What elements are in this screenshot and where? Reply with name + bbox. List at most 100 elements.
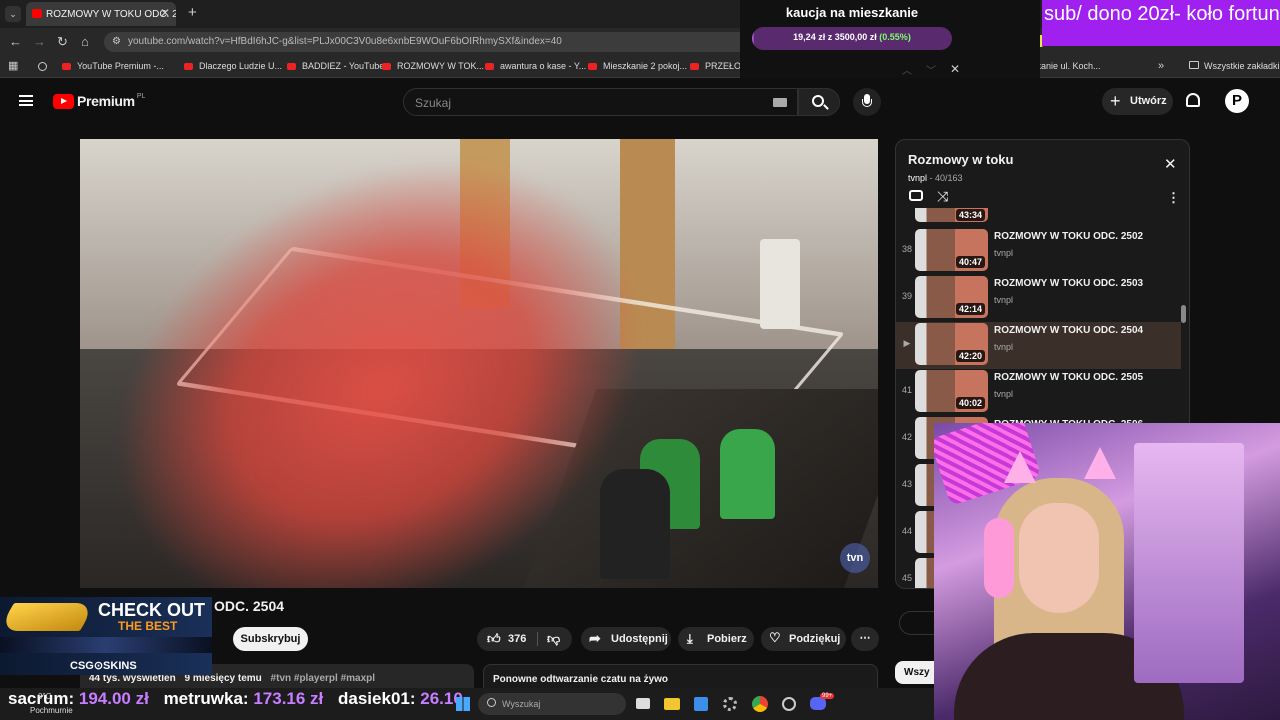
more-actions-button[interactable]: ⋯ [851, 627, 879, 651]
playlist-channel[interactable]: tvnpl [908, 173, 927, 183]
more-options-icon[interactable]: ⋮ [1167, 190, 1180, 206]
plus-icon: + [1110, 91, 1121, 111]
donor-name: metruwka: [163, 689, 249, 708]
youtube-logo[interactable]: Premium PL [53, 93, 145, 109]
video-duration: 43:34 [955, 209, 985, 221]
playlist-position: 40/163 [935, 173, 963, 183]
subscribe-button[interactable]: Subskrybuj [233, 627, 308, 651]
playlist-item-title[interactable]: ROZMOWY W TOKU ODC. 2502 [994, 231, 1143, 242]
youtube-play-icon [53, 93, 74, 109]
chrome-icon[interactable] [752, 696, 768, 712]
bookmark-item[interactable]: YouTube Premium -... [62, 61, 164, 71]
weather-widget[interactable]: 0°C Pochmurnie [30, 692, 73, 716]
filter-chip-all[interactable]: Wszy [895, 661, 937, 684]
more-bookmarks-icon[interactable]: » [1158, 60, 1164, 72]
apps-grid-icon[interactable]: ▦ [8, 59, 18, 72]
notifications-bell-icon[interactable] [1186, 93, 1200, 107]
taskbar-search[interactable]: Wyszukaj [478, 693, 626, 715]
hashtags[interactable]: #tvn #playerpl #maxpl [271, 673, 376, 684]
goal-title: kaucja na mieszkanie [785, 5, 919, 20]
playlist-item-channel: tvnpl [994, 295, 1014, 305]
notification-badge: 99+ [820, 693, 835, 699]
reload-icon[interactable]: ↻ [57, 34, 68, 50]
playlist-thumbnail[interactable]: 42:20 [915, 323, 988, 365]
find-down-icon[interactable]: ﹀ [926, 62, 936, 77]
shuffle-icon[interactable]: ⤨ [937, 188, 948, 205]
app-icon[interactable] [782, 697, 796, 711]
youtube-favicon-icon [32, 9, 42, 18]
thanks-icon: ♡ [769, 630, 781, 645]
playlist-item-channel: tvnpl [994, 342, 1014, 352]
share-button[interactable]: ➦ Udostępnij [581, 627, 671, 651]
playlist-title[interactable]: Rozmowy w toku [908, 152, 1013, 167]
ad-strip [0, 637, 212, 653]
find-close-icon[interactable]: ✕ [950, 62, 960, 76]
goal-percent: (0.55%) [879, 32, 911, 42]
playlist-item-title[interactable]: ROZMOWY W TOKU ODC. 2505 [994, 372, 1143, 383]
playlist-item-channel: tvnpl [994, 389, 1014, 399]
playlist-item[interactable]: 41 40:02 ROZMOWY W TOKU ODC. 2505 tvnpl [896, 369, 1181, 416]
menu-hamburger-icon[interactable] [19, 95, 33, 106]
playlist-item-title[interactable]: ROZMOWY W TOKU ODC. 2504 [994, 325, 1143, 336]
playlist-thumbnail[interactable]: 42:14 [915, 276, 988, 318]
bookmark-item[interactable]: ROZMOWY W TOK... [382, 61, 484, 71]
bookmark-icon[interactable] [38, 62, 47, 71]
playlist-item[interactable]: 38 40:47 ROZMOWY W TOKU ODC. 2502 tvnpl [896, 228, 1181, 275]
tab-list-button[interactable]: ⌄ [5, 6, 21, 22]
video-player[interactable]: tvn [80, 139, 878, 588]
keyboard-icon[interactable] [773, 98, 787, 107]
playlist-thumbnail[interactable]: 40:02 [915, 370, 988, 412]
browser-tab-active[interactable]: ROZMOWY W TOKU ODC. 250 ✕ [26, 2, 176, 26]
playlist-thumbnail[interactable]: 40:47 [915, 229, 988, 271]
all-bookmarks[interactable]: Wszystkie zakładki [1204, 61, 1280, 71]
close-tab-icon[interactable]: ✕ [160, 6, 170, 20]
avatar[interactable]: P [1225, 89, 1249, 113]
video-title: ODC. 2504 [214, 598, 285, 614]
settings-gear-icon[interactable] [723, 697, 737, 711]
search-icon-handle [823, 104, 829, 110]
donation-ticker: sacrum: 194.00 zł metruwka: 173.16 zł da… [8, 689, 473, 709]
bookmark-item[interactable]: Mieszkanie 2 pokoj... [588, 61, 687, 71]
search-button[interactable] [798, 88, 840, 116]
person-face [1019, 503, 1099, 613]
voice-search-button[interactable] [853, 88, 881, 116]
bookmark-item[interactable]: Dlaczego Ludzie U... [184, 61, 282, 71]
task-view-icon[interactable] [636, 698, 650, 709]
playlist-item-index: 39 [901, 291, 912, 301]
playlist-scroll-thumb[interactable] [1181, 305, 1186, 323]
weather-temp: 0°C [38, 692, 52, 701]
close-playlist-icon[interactable]: ✕ [1164, 155, 1177, 173]
playlist-item-title[interactable]: ROZMOWY W TOKU ODC. 2503 [994, 278, 1143, 289]
site-info-icon[interactable]: ⚙ [112, 36, 121, 47]
home-icon[interactable]: ⌂ [81, 34, 89, 49]
file-explorer-icon[interactable] [664, 698, 680, 710]
like-dislike-group: 👍︎ 376 👎︎ [477, 627, 572, 651]
windows-start-icon[interactable] [456, 697, 470, 711]
loop-icon[interactable] [909, 190, 923, 201]
thanks-label: Podziękuj [789, 633, 841, 645]
dislike-button[interactable]: 👎︎ [547, 631, 560, 647]
bookmark-item[interactable]: BADDIEZ - YouTube [287, 61, 384, 71]
donation-amount: 194.00 zł [78, 689, 149, 708]
forward-icon[interactable]: → [33, 34, 46, 49]
goal-target: 3500,00 zł [834, 32, 877, 42]
like-button[interactable]: 👍︎ [487, 631, 501, 647]
bookmark-item[interactable]: awantura o kase - Y... [485, 61, 586, 71]
create-button[interactable]: + Utwórz [1102, 88, 1173, 115]
playlist-item[interactable]: ▶ 42:20 ROZMOWY W TOKU ODC. 2504 tvnpl [896, 322, 1181, 369]
channel-watermark: tvn [840, 543, 870, 573]
thanks-button[interactable]: ♡ Podziękuj [761, 627, 846, 651]
partial-chip[interactable] [899, 611, 939, 635]
cat-ear-right [1084, 447, 1116, 479]
search-input[interactable]: Szukaj [403, 88, 798, 116]
new-tab-button[interactable]: + [188, 4, 197, 21]
back-icon[interactable]: ← [9, 34, 22, 49]
chat-replay-header[interactable]: Ponowne odtwarzanie czatu na żywo [483, 664, 878, 688]
download-button[interactable]: ⤓ Pobierz [678, 627, 754, 651]
find-up-icon[interactable]: ︿ [902, 62, 912, 77]
search-icon [487, 698, 496, 707]
store-icon[interactable] [694, 697, 708, 711]
playlist-thumbnail-partial[interactable]: 43:34 [915, 208, 988, 222]
like-divider [537, 632, 538, 646]
playlist-item[interactable]: 39 42:14 ROZMOWY W TOKU ODC. 2503 tvnpl [896, 275, 1181, 322]
